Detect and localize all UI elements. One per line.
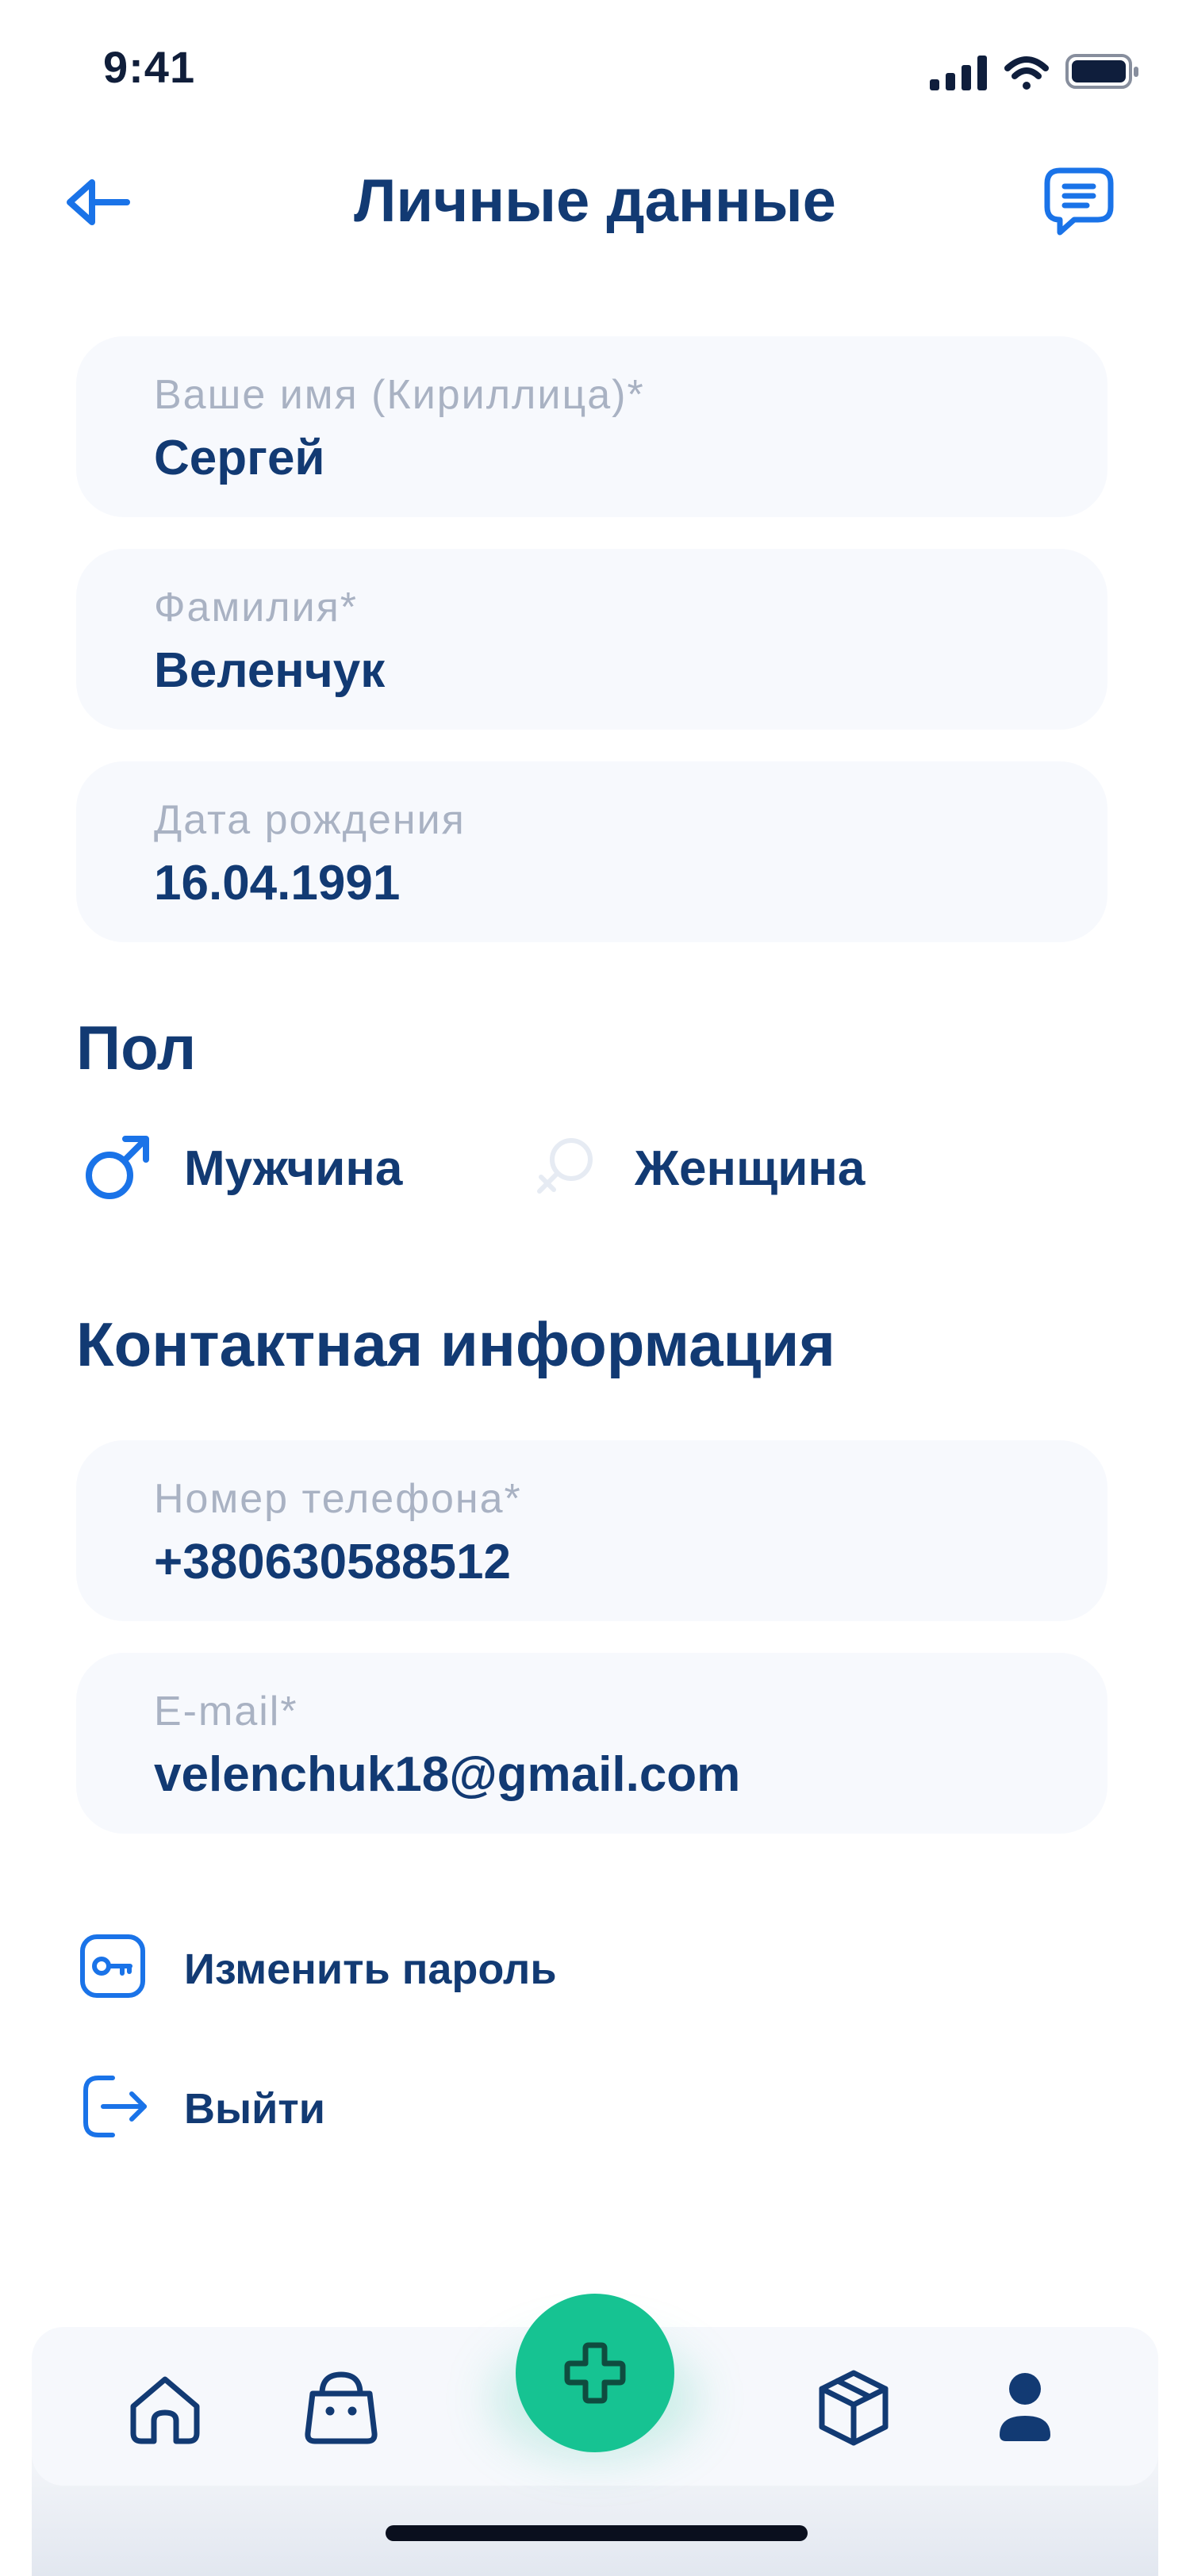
field-label: E-mail*: [154, 1689, 298, 1735]
male-icon: [86, 1136, 149, 1199]
page-title: Личные данные: [354, 167, 836, 235]
bag-icon: [305, 2371, 378, 2444]
back-button[interactable]: [63, 167, 143, 238]
plus-icon: [564, 2342, 626, 2404]
nav-profile[interactable]: [977, 2360, 1073, 2455]
gender-label-male: Мужчина: [184, 1141, 403, 1196]
email-field[interactable]: E-mail* velenchuk18@gmail.com: [76, 1653, 1107, 1834]
logout-icon: [83, 2076, 147, 2137]
field-value: Веленчук: [154, 643, 386, 698]
nav-home[interactable]: [117, 2360, 213, 2455]
nav-orders[interactable]: [806, 2360, 901, 2455]
field-value: 16.04.1991: [154, 856, 401, 910]
battery-icon: [1065, 54, 1138, 89]
wifi-icon: [1004, 56, 1049, 90]
last-name-field[interactable]: Фамилия* Веленчук: [76, 549, 1107, 730]
first-name-field[interactable]: Ваше имя (Кириллица)* Сергей: [76, 336, 1107, 517]
home-icon: [130, 2376, 200, 2444]
field-label: Ваше имя (Кириллица)*: [154, 372, 645, 418]
logout-label: Выйти: [184, 2085, 325, 2133]
field-value: velenchuk18@gmail.com: [154, 1747, 741, 1802]
add-button[interactable]: [516, 2294, 674, 2452]
home-indicator: [386, 2525, 808, 2541]
status-time: 9:41: [103, 42, 196, 92]
chat-button[interactable]: [1039, 163, 1119, 242]
gender-option-female[interactable]: Женщина: [530, 1126, 911, 1213]
field-value: +380630588512: [154, 1535, 511, 1589]
female-icon: [537, 1138, 593, 1194]
status-icons: [928, 48, 1142, 95]
gender-label-female: Женщина: [635, 1141, 866, 1196]
back-arrow-icon: [67, 179, 130, 225]
nav-bag[interactable]: [294, 2360, 389, 2455]
field-label: Номер телефона*: [154, 1476, 522, 1522]
user-icon: [1000, 2373, 1050, 2441]
chat-icon: [1044, 167, 1114, 236]
field-value: Сергей: [154, 431, 325, 485]
field-label: Дата рождения: [154, 797, 466, 843]
gender-option-male[interactable]: Мужчина: [79, 1126, 444, 1213]
change-password-button[interactable]: Изменить пароль: [76, 1927, 711, 2007]
logout-button[interactable]: Выйти: [76, 2067, 711, 2146]
gender-title: Пол: [76, 1013, 197, 1083]
key-icon: [80, 1934, 145, 1998]
signal-icon: [930, 56, 987, 90]
field-label: Фамилия*: [154, 585, 359, 631]
change-password-label: Изменить пароль: [184, 1945, 557, 1993]
contacts-title: Контактная информация: [76, 1309, 835, 1379]
box-icon: [819, 2370, 889, 2446]
birth-date-field[interactable]: Дата рождения 16.04.1991: [76, 761, 1107, 942]
phone-field[interactable]: Номер телефона* +380630588512: [76, 1440, 1107, 1621]
